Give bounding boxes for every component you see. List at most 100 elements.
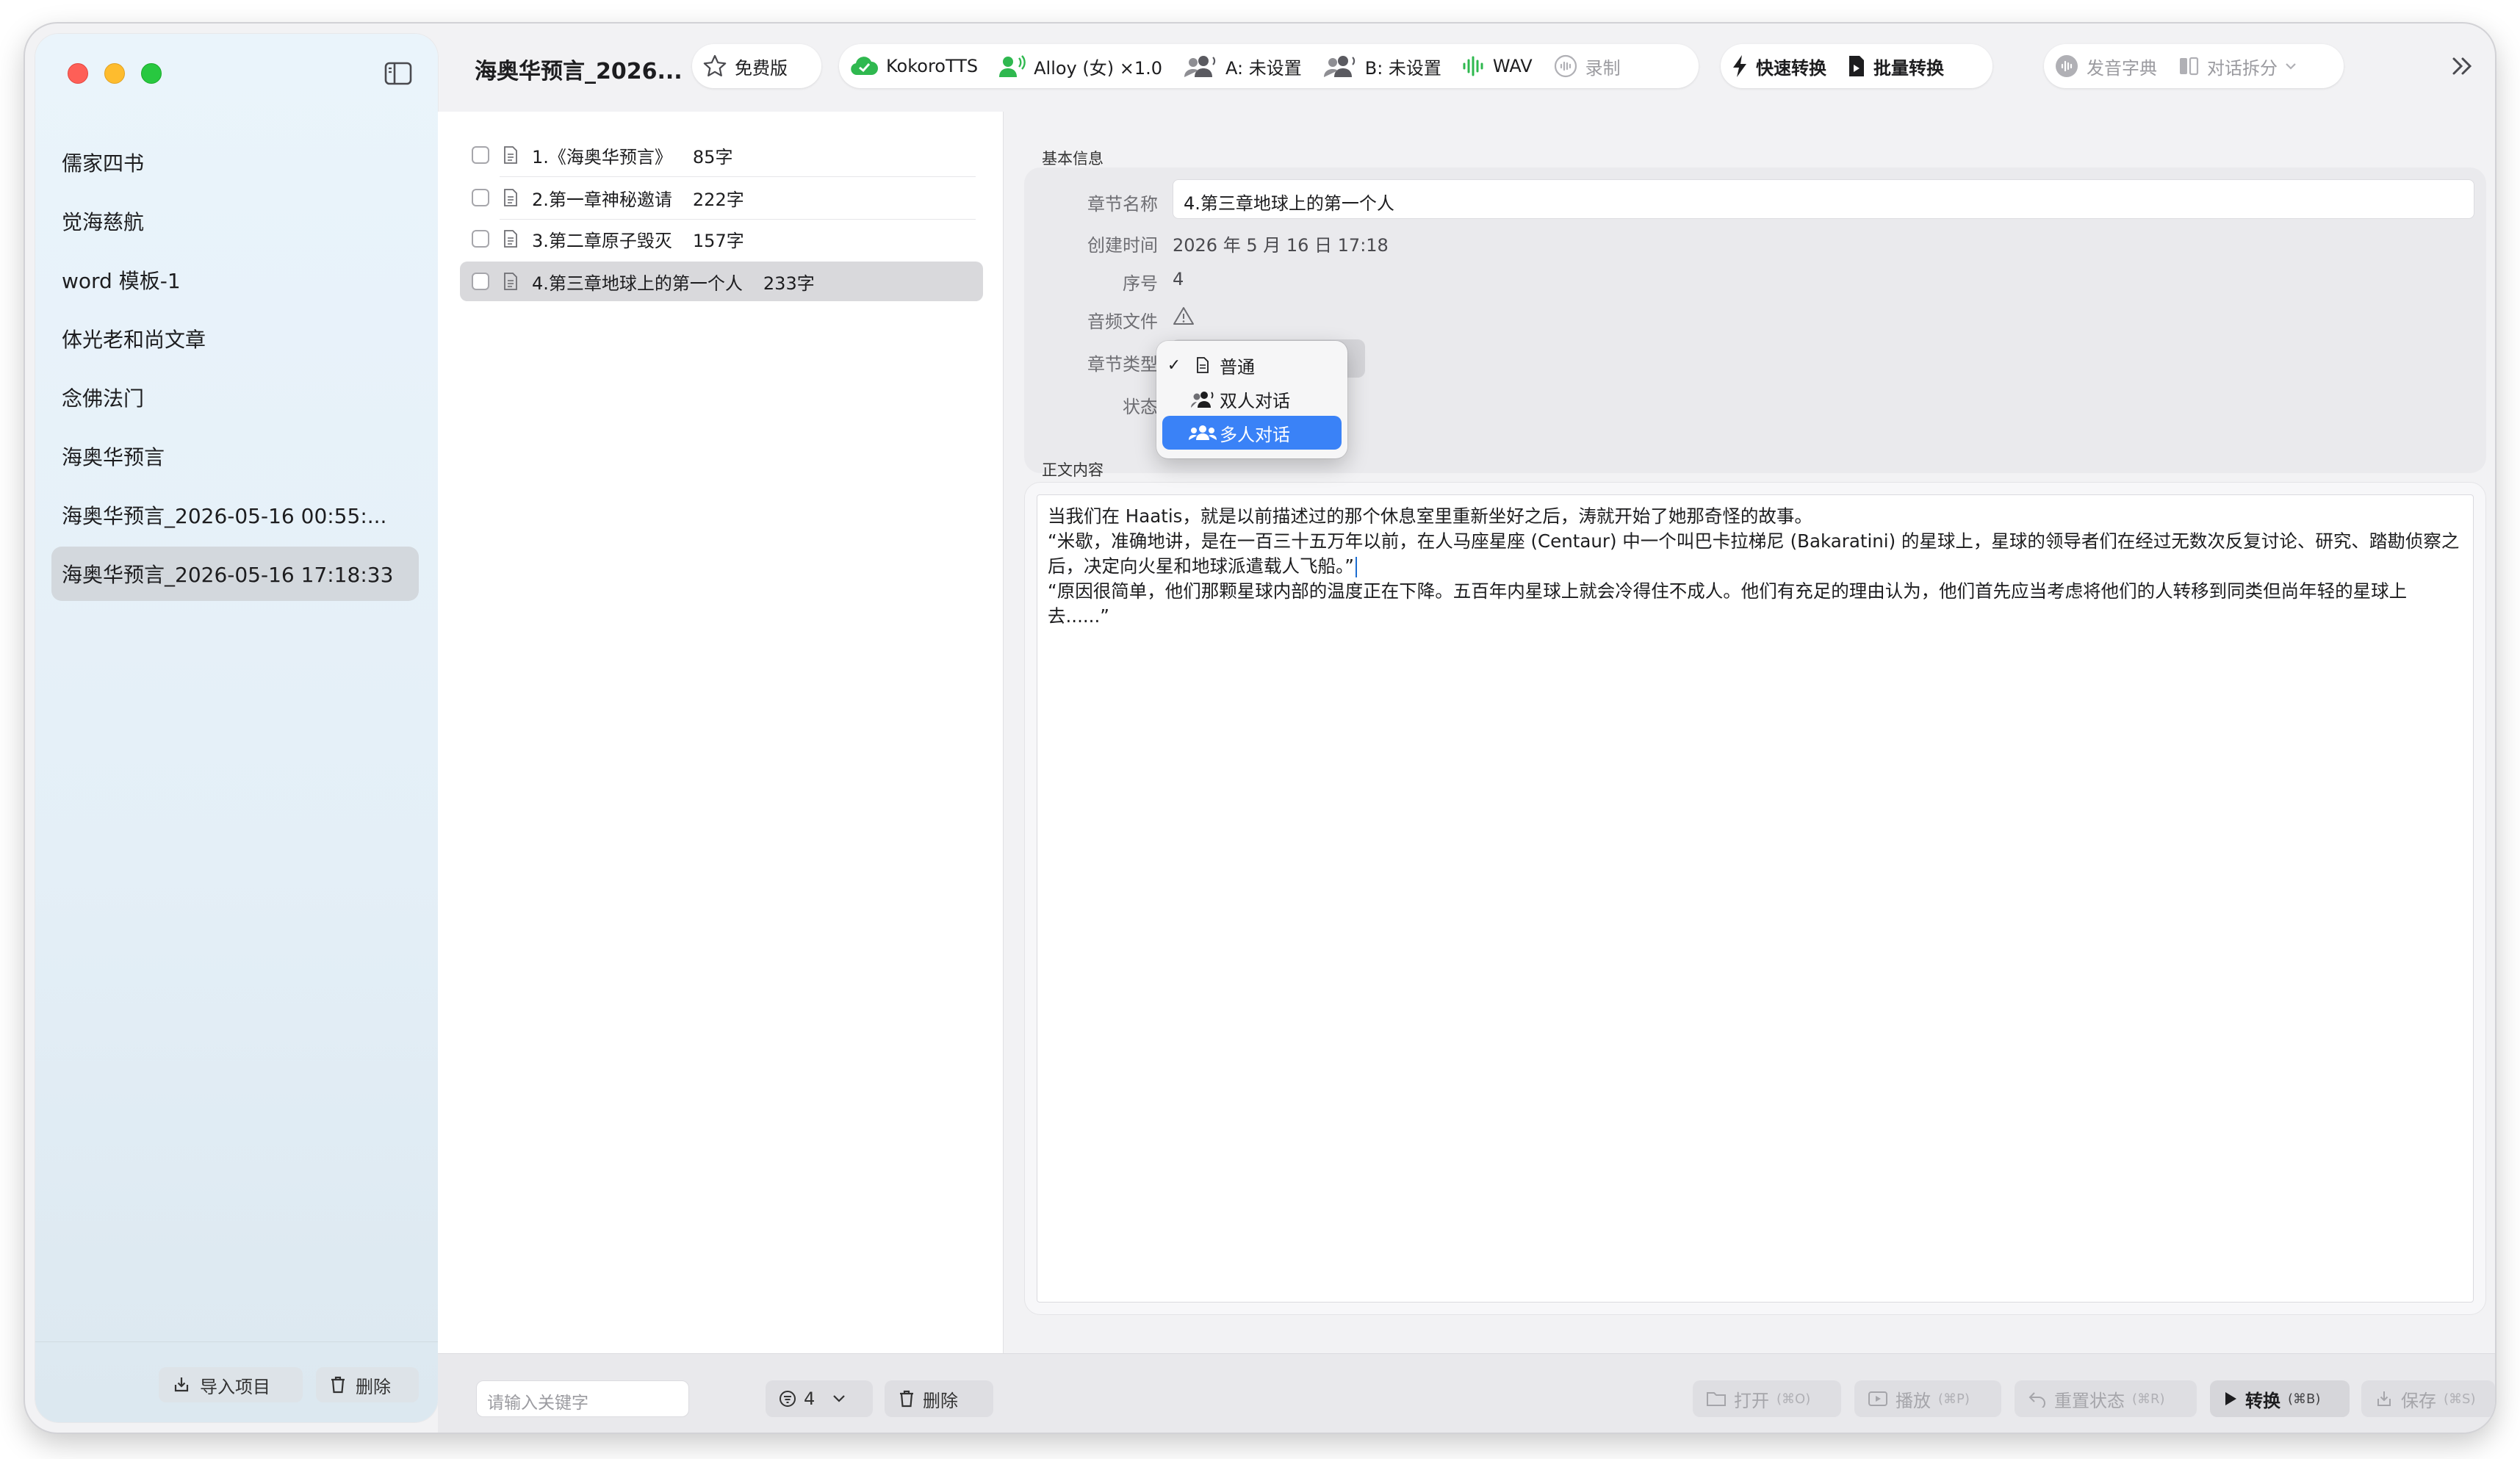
reset-status-shortcut: (⌘R) (2132, 1391, 2165, 1407)
speaker-a-selector[interactable]: A: 未设置 (1173, 44, 1312, 88)
project-label: 儒家四书 (62, 151, 145, 176)
play-shortcut: (⌘P) (1938, 1391, 1970, 1407)
project-item[interactable]: 儒家四书 (51, 135, 419, 190)
chapter-word-count: 85字 (692, 146, 733, 167)
content-editor[interactable]: 当我们在 Haatis，就是以前描述过的那个休息室里重新坐好之后，涛就开始了她那… (1037, 494, 2474, 1303)
project-title: 海奥华预言_2026... (475, 59, 683, 84)
zoom-window-button[interactable] (141, 63, 162, 84)
voice-label: Alloy (女) ×1.0 (1034, 57, 1163, 79)
play-triangle-icon (2223, 1391, 2238, 1407)
keyword-search-input[interactable]: 请输入关键字 (476, 1380, 689, 1417)
menu-item-two-person[interactable]: 双人对话 (1162, 382, 1342, 416)
chapter-title: 1.《海奥华预言》 (532, 146, 672, 167)
voice-selector[interactable]: Alloy (女) ×1.0 (988, 44, 1173, 88)
chapter-row[interactable]: 2.第一章神秘邀请 222字 (460, 178, 983, 217)
document-icon (503, 272, 519, 291)
reset-status-label: 重置状态 (2054, 1390, 2125, 1411)
quick-convert-button[interactable]: 快速转换 (1721, 44, 1837, 88)
chapter-type-label: 章节类型 (1087, 354, 1158, 375)
project-item[interactable]: 体光老和尚文章 (51, 311, 419, 366)
menu-item-label: 多人对话 (1220, 424, 1290, 445)
close-window-button[interactable] (68, 63, 88, 84)
convert-label: 转换 (2245, 1390, 2280, 1411)
chapter-word-count: 157字 (692, 230, 744, 251)
play-button[interactable]: 播放 (⌘P) (1854, 1380, 2001, 1417)
engine-selector[interactable]: KokoroTTS (839, 44, 988, 88)
checkmark-icon: ✓ (1167, 356, 1181, 375)
chapter-checkbox[interactable] (472, 230, 489, 248)
basic-info-heading: 基本信息 (1042, 150, 1104, 167)
play-icon (1868, 1390, 1888, 1408)
toolbar: 海奥华预言_2026... 免费版 KokoroTTS Alloy (女) ×1… (438, 24, 2495, 112)
menu-item-label: 普通 (1220, 356, 1255, 378)
sidebar-toggle-icon[interactable] (384, 60, 413, 87)
engine-label: KokoroTTS (886, 56, 979, 76)
chapter-row[interactable]: 1.《海奥华预言》 85字 (460, 135, 983, 175)
toolbar-overflow-icon[interactable] (2441, 44, 2485, 88)
audio-file-label: 音频文件 (1087, 311, 1158, 332)
record-button[interactable]: 录制 (1543, 44, 1631, 88)
document-icon (503, 229, 519, 248)
chapter-row-selected[interactable]: 4.第三章地球上的第一个人 233字 (460, 262, 983, 301)
project-label: 海奥华预言_2026-05-16 17:18:33 (62, 563, 394, 587)
warning-icon (1173, 306, 1195, 326)
chapter-name-input[interactable]: 4.第三章地球上的第一个人 (1173, 179, 2474, 219)
content-paragraph: “原因很简单，他们那颗星球内部的温度正在下降。五百年内星球上就会冷得住不成人。他… (1048, 580, 2408, 627)
filter-count-value: 4 (804, 1388, 816, 1409)
batch-convert-button[interactable]: 批量转换 (1837, 44, 1954, 88)
menu-item-multi-person[interactable]: 多人对话 (1162, 416, 1342, 450)
dialog-split-label: 对话拆分 (2207, 57, 2278, 79)
convert-button[interactable]: 转换 (⌘B) (2210, 1380, 2350, 1417)
minimize-window-button[interactable] (104, 63, 125, 84)
two-people-icon (1186, 389, 1220, 408)
chapter-title: 2.第一章神秘邀请 (532, 189, 672, 210)
chapter-checkbox[interactable] (472, 146, 489, 164)
chapter-checkbox[interactable] (472, 273, 489, 290)
open-label: 打开 (1734, 1390, 1769, 1411)
batch-convert-label: 批量转换 (1873, 57, 1944, 79)
bottom-bar: 请输入关键字 4 删除 打开 (⌘O) 播放 (⌘P) 重置状态 (⌘R) 转换… (438, 1353, 2495, 1433)
project-item-selected[interactable]: 海奥华预言_2026-05-16 17:18:33 (51, 547, 419, 601)
import-project-button[interactable]: 导入项目 (159, 1367, 303, 1402)
project-item[interactable]: word 模板-1 (51, 253, 419, 307)
delete-project-button[interactable]: 删除 (316, 1367, 419, 1402)
format-selector[interactable]: WAV (1452, 44, 1543, 88)
free-version-button[interactable]: 免费版 (692, 44, 821, 88)
record-icon (1553, 54, 1578, 79)
project-label: 体光老和尚文章 (62, 328, 206, 352)
two-people-icon (1183, 54, 1218, 79)
project-item[interactable]: 海奥华预言 (51, 429, 419, 483)
project-label: 念佛法门 (62, 386, 145, 411)
created-time-label: 创建时间 (1087, 235, 1158, 256)
chevron-down-icon (832, 1394, 846, 1403)
tools-group: 发音字典 对话拆分 (2044, 44, 2344, 88)
speaker-b-selector[interactable]: B: 未设置 (1312, 44, 1452, 88)
menu-item-normal[interactable]: ✓ 普通 (1162, 348, 1342, 382)
app-window: 儒家四书 觉海慈航 word 模板-1 体光老和尚文章 念佛法门 海奥华预言 海… (25, 24, 2495, 1433)
delete-chapter-button[interactable]: 删除 (885, 1380, 993, 1417)
save-button[interactable]: 保存 (⌘S) (2361, 1380, 2495, 1417)
project-label: word 模板-1 (62, 269, 181, 293)
reset-status-button[interactable]: 重置状态 (⌘R) (2015, 1380, 2197, 1417)
project-item[interactable]: 海奥华预言_2026-05-16 00:55:... (51, 488, 419, 542)
waveform-circle-icon (2054, 54, 2079, 79)
dictionary-button[interactable]: 发音字典 (2044, 44, 2167, 88)
cloud-icon (849, 55, 879, 77)
two-people-icon (1322, 54, 1358, 79)
filter-count-select[interactable]: 4 (766, 1380, 873, 1417)
chapter-checkbox[interactable] (472, 189, 489, 206)
sidebar: 儒家四书 觉海慈航 word 模板-1 体光老和尚文章 念佛法门 海奥华预言 海… (35, 34, 438, 1422)
chapter-list: 1.《海奥华预言》 85字 2.第一章神秘邀请 222字 3.第二章原子毁灭 1… (438, 112, 1004, 1353)
save-shortcut: (⌘S) (2444, 1391, 2476, 1407)
import-icon (172, 1375, 191, 1394)
import-project-label: 导入项目 (200, 1376, 270, 1397)
chapter-title: 4.第三章地球上的第一个人 (532, 273, 743, 294)
project-label: 海奥华预言 (62, 445, 165, 469)
dialog-split-button[interactable]: 对话拆分 (2167, 44, 2307, 88)
project-item[interactable]: 觉海慈航 (51, 194, 419, 248)
format-label: WAV (1492, 56, 1533, 76)
chapter-row[interactable]: 3.第二章原子毁灭 157字 (460, 219, 983, 259)
doc-icon (1186, 356, 1220, 374)
project-item[interactable]: 念佛法门 (51, 370, 419, 425)
open-button[interactable]: 打开 (⌘O) (1693, 1380, 1841, 1417)
